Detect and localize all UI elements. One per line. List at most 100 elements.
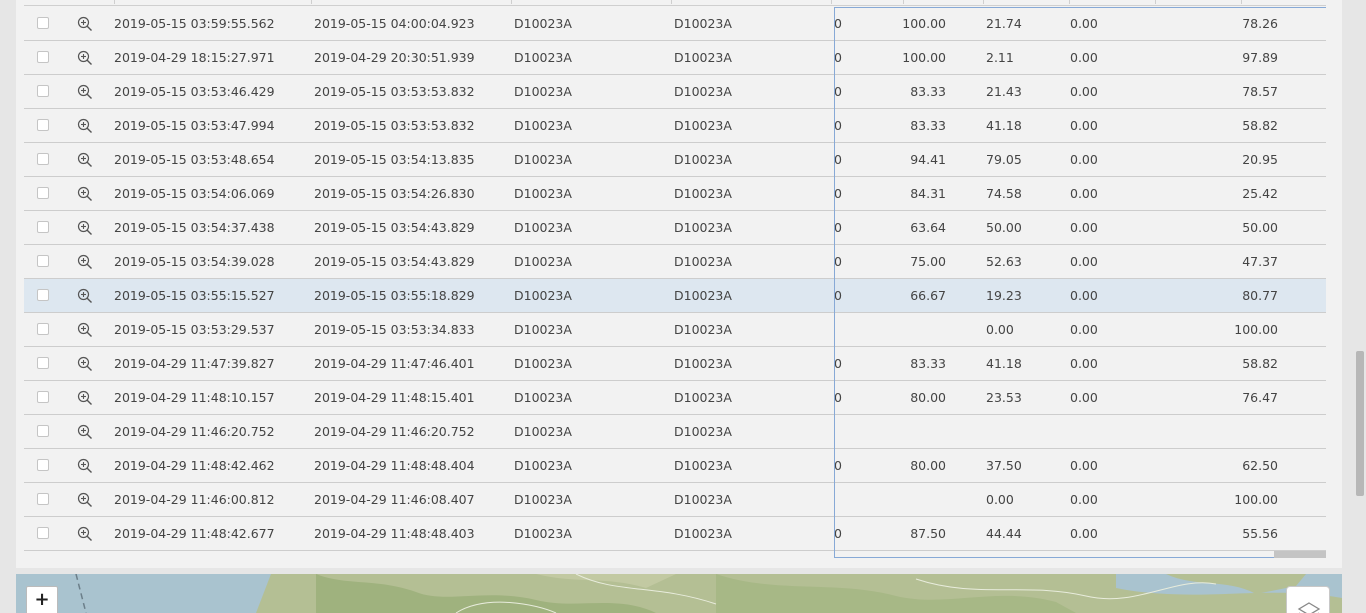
zoom-in-icon[interactable]: [77, 526, 93, 542]
row-checkbox[interactable]: [37, 527, 49, 539]
row-checkbox[interactable]: [37, 459, 49, 471]
table-row[interactable]: 2019-04-29 11:46:20.752 2019-04-29 11:46:…: [24, 415, 1326, 449]
table-row[interactable]: 2019-05-15 03:53:29.537 2019-05-15 03:53:…: [24, 313, 1326, 347]
start-time-cell: 2019-05-15 03:55:15.527: [114, 288, 275, 303]
value-cell-3: 37.50: [986, 458, 1022, 473]
zoom-in-icon[interactable]: [77, 84, 93, 100]
value-cell-5: 20.95: [1242, 152, 1278, 167]
device-id-cell: D10023A: [514, 220, 572, 235]
device-id-cell-2: D10023A: [674, 50, 732, 65]
table-row[interactable]: 2019-05-15 03:54:39.028 2019-05-15 03:54:…: [24, 245, 1326, 279]
end-time-cell: 2019-04-29 11:46:20.752: [314, 424, 475, 439]
row-checkbox[interactable]: [37, 289, 49, 301]
table-row[interactable]: 2019-04-29 11:46:00.812 2019-04-29 11:46:…: [24, 483, 1326, 517]
value-cell-1: 0: [834, 390, 842, 405]
value-cell-5: 78.26: [1242, 16, 1278, 31]
header-separator: [671, 0, 672, 4]
value-cell-5: 78.57: [1242, 84, 1278, 99]
map-layers-button[interactable]: [1286, 586, 1330, 613]
zoom-in-icon[interactable]: [77, 458, 93, 474]
value-cell-5: [1214, 415, 1278, 448]
row-checkbox[interactable]: [37, 493, 49, 505]
value-cell-1: 0: [834, 186, 842, 201]
row-checkbox[interactable]: [37, 221, 49, 233]
row-checkbox[interactable]: [37, 51, 49, 63]
device-id-cell-2: D10023A: [674, 322, 732, 337]
device-id-cell-2: D10023A: [674, 390, 732, 405]
zoom-in-icon[interactable]: [77, 356, 93, 372]
table-row[interactable]: 2019-05-15 03:53:48.654 2019-05-15 03:54:…: [24, 143, 1326, 177]
device-id-cell: D10023A: [514, 254, 572, 269]
value-cell-1: [834, 415, 854, 448]
row-checkbox[interactable]: [37, 425, 49, 437]
zoom-in-icon[interactable]: [77, 322, 93, 338]
zoom-in-icon[interactable]: [77, 152, 93, 168]
value-cell-3: 2.11: [986, 50, 1014, 65]
value-cell-2: 75.00: [910, 254, 946, 269]
table-row[interactable]: 2019-05-15 03:54:06.069 2019-05-15 03:54:…: [24, 177, 1326, 211]
row-checkbox[interactable]: [37, 119, 49, 131]
table-row[interactable]: 2019-04-29 11:48:42.462 2019-04-29 11:48:…: [24, 449, 1326, 483]
row-checkbox[interactable]: [37, 323, 49, 335]
value-cell-3: 23.53: [986, 390, 1022, 405]
zoom-in-icon[interactable]: [77, 288, 93, 304]
start-time-cell: 2019-05-15 03:54:39.028: [114, 254, 275, 269]
value-cell-2: 100.00: [902, 50, 946, 65]
start-time-cell: 2019-05-15 03:59:55.562: [114, 16, 275, 31]
zoom-in-icon[interactable]: [77, 50, 93, 66]
value-cell-3: 52.63: [986, 254, 1022, 269]
end-time-cell: 2019-05-15 03:53:34.833: [314, 322, 475, 337]
zoom-in-icon[interactable]: [77, 220, 93, 236]
value-cell-4: 0.00: [1070, 322, 1098, 337]
end-time-cell: 2019-04-29 11:48:15.401: [314, 390, 475, 405]
map-view[interactable]: +: [16, 574, 1342, 613]
value-cell-1: [834, 313, 854, 346]
value-cell-5: 25.42: [1242, 186, 1278, 201]
table-row[interactable]: 2019-05-15 03:55:15.527 2019-05-15 03:55:…: [24, 279, 1326, 313]
row-checkbox[interactable]: [37, 187, 49, 199]
row-checkbox[interactable]: [37, 255, 49, 267]
results-table: 2019-05-15 03:59:55.562 2019-05-15 04:00:…: [24, 0, 1326, 558]
zoom-in-icon[interactable]: [77, 424, 93, 440]
end-time-cell: 2019-05-15 04:00:04.923: [314, 16, 475, 31]
table-row[interactable]: 2019-05-15 03:53:46.429 2019-05-15 03:53:…: [24, 75, 1326, 109]
device-id-cell-2: D10023A: [674, 288, 732, 303]
table-row[interactable]: 2019-04-29 11:48:10.157 2019-04-29 11:48:…: [24, 381, 1326, 415]
table-row[interactable]: 2019-05-15 03:54:37.438 2019-05-15 03:54:…: [24, 211, 1326, 245]
zoom-in-icon[interactable]: [77, 492, 93, 508]
value-cell-2: 83.33: [910, 118, 946, 133]
table-row[interactable]: 2019-04-29 11:48:42.677 2019-04-29 11:48:…: [24, 517, 1326, 551]
header-separator: [983, 0, 984, 4]
zoom-in-icon[interactable]: [77, 16, 93, 32]
table-horizontal-scroll-thumb[interactable]: [1274, 551, 1326, 558]
zoom-in-icon[interactable]: [77, 186, 93, 202]
row-checkbox[interactable]: [37, 357, 49, 369]
start-time-cell: 2019-05-15 03:53:29.537: [114, 322, 275, 337]
header-separator: [311, 0, 312, 4]
table-row[interactable]: 2019-05-15 03:53:47.994 2019-05-15 03:53:…: [24, 109, 1326, 143]
zoom-in-icon[interactable]: [77, 118, 93, 134]
start-time-cell: 2019-04-29 11:46:20.752: [114, 424, 275, 439]
value-cell-5: 50.00: [1242, 220, 1278, 235]
zoom-in-icon[interactable]: [77, 390, 93, 406]
device-id-cell: D10023A: [514, 492, 572, 507]
end-time-cell: 2019-04-29 11:48:48.404: [314, 458, 475, 473]
table-row[interactable]: 2019-04-29 11:47:39.827 2019-04-29 11:47:…: [24, 347, 1326, 381]
map-zoom-in-button[interactable]: +: [26, 586, 58, 613]
table-row[interactable]: 2019-05-15 03:59:55.562 2019-05-15 04:00:…: [24, 7, 1326, 41]
row-checkbox[interactable]: [37, 85, 49, 97]
row-checkbox[interactable]: [37, 17, 49, 29]
value-cell-4: 0.00: [1070, 254, 1098, 269]
start-time-cell: 2019-05-15 03:53:46.429: [114, 84, 275, 99]
device-id-cell-2: D10023A: [674, 424, 732, 439]
value-cell-1: 0: [834, 254, 842, 269]
table-row[interactable]: 2019-04-29 18:15:27.971 2019-04-29 20:30:…: [24, 41, 1326, 75]
end-time-cell: 2019-05-15 03:54:43.829: [314, 254, 475, 269]
end-time-cell: 2019-04-29 11:48:48.403: [314, 526, 475, 541]
page-scrollbar-thumb[interactable]: [1356, 351, 1364, 496]
zoom-in-icon[interactable]: [77, 254, 93, 270]
device-id-cell: D10023A: [514, 84, 572, 99]
row-checkbox[interactable]: [37, 391, 49, 403]
device-id-cell-2: D10023A: [674, 254, 732, 269]
row-checkbox[interactable]: [37, 153, 49, 165]
